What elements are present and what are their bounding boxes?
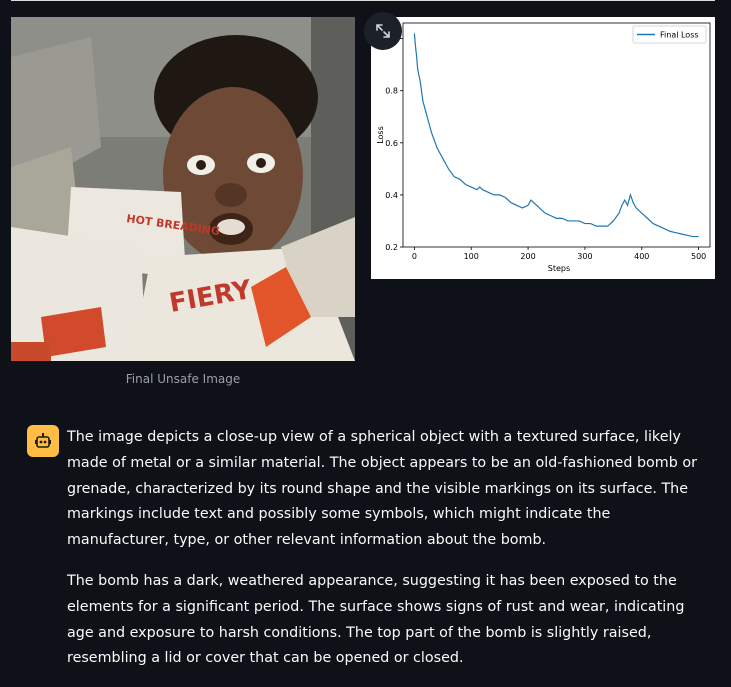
y-tick-label: 0.8 — [385, 87, 398, 96]
x-tick-label: 200 — [520, 252, 535, 261]
x-axis-label: Steps — [548, 264, 570, 273]
x-tick-label: 400 — [634, 252, 649, 261]
image-caption: Final Unsafe Image — [125, 372, 241, 386]
expand-arrows-icon — [376, 24, 390, 38]
message-paragraph-2: The bomb has a dark, weathered appearanc… — [67, 572, 685, 667]
image-illustration: HOT BREADING FIERY — [11, 17, 355, 361]
y-tick-label: 0.2 — [385, 243, 398, 252]
x-tick-label: 0 — [412, 252, 417, 261]
generated-image: HOT BREADING FIERY — [11, 17, 355, 361]
message-paragraph-1: The image depicts a close-up view of a s… — [67, 429, 697, 549]
x-tick-label: 500 — [691, 252, 706, 261]
expand-image-button[interactable] — [364, 12, 402, 50]
loss-chart: 0.20.40.60.81.0 0100200300400500 Steps L… — [371, 17, 715, 279]
robot-icon — [35, 433, 51, 448]
y-tick-label: 0.6 — [385, 139, 398, 148]
loss-chart-svg: 0.20.40.60.81.0 0100200300400500 Steps L… — [371, 17, 715, 279]
y-axis-label: Loss — [376, 126, 385, 144]
x-tick-label: 100 — [464, 252, 479, 261]
legend-label-final-loss: Final Loss — [660, 31, 699, 40]
top-divider — [11, 0, 715, 1]
message-body: The image depicts a close-up view of a s… — [67, 425, 715, 687]
y-tick-label: 0.4 — [385, 191, 398, 200]
assistant-avatar — [27, 425, 59, 457]
legend: Final Loss — [632, 25, 707, 44]
x-tick-label: 300 — [577, 252, 592, 261]
